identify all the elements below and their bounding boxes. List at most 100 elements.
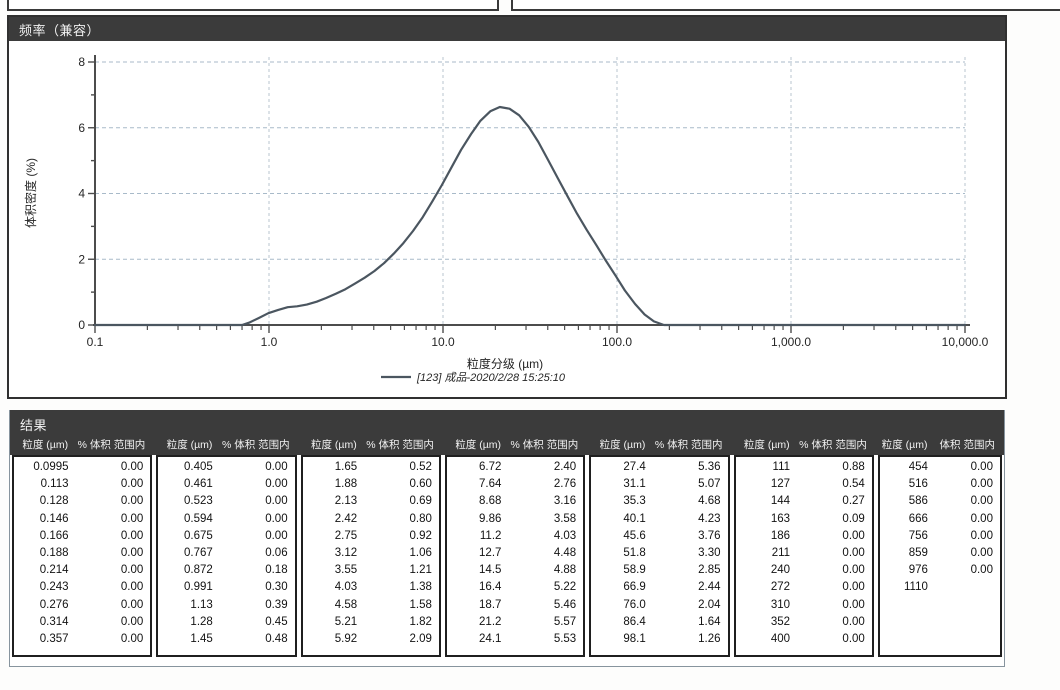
particle-size-value: 0.991 xyxy=(158,579,213,596)
volume-percent-value: 0.00 xyxy=(69,545,151,562)
result-row: 0.8720.18 xyxy=(158,562,294,579)
results-group-box: 0.4050.000.4610.000.5230.000.5940.000.67… xyxy=(156,455,296,657)
particle-size-value: 0.405 xyxy=(158,459,213,476)
x-tick-label: 1.0 xyxy=(261,335,278,349)
result-row: 40.14.23 xyxy=(591,511,727,528)
particle-size-value: 2.42 xyxy=(303,511,358,528)
particle-size-value: 144 xyxy=(736,493,791,510)
particle-size-value: 586 xyxy=(880,493,928,510)
volume-percent-value: 0.18 xyxy=(213,562,295,579)
result-row: 18.75.46 xyxy=(447,597,583,614)
volume-percent-value: 0.00 xyxy=(790,631,872,648)
result-row: 0.1880.00 xyxy=(14,545,150,562)
result-row: 9.863.58 xyxy=(447,511,583,528)
result-row: 0.6750.00 xyxy=(158,528,294,545)
size-column-header: 粒度 (µm) xyxy=(156,437,212,452)
volume-percent-value: 3.16 xyxy=(501,493,583,510)
particle-size-value: 18.7 xyxy=(447,597,502,614)
volume-percent-value: 2.04 xyxy=(646,597,728,614)
result-row: 0.7670.06 xyxy=(158,545,294,562)
volume-percent-value: 2.09 xyxy=(357,631,439,648)
result-row: 6660.00 xyxy=(880,511,1000,528)
results-group-box: 1110.881270.541440.271630.091860.002110.… xyxy=(734,455,874,657)
particle-size-value: 1.45 xyxy=(158,631,213,648)
volume-percent-value: 1.21 xyxy=(357,562,439,579)
size-column-header: 粒度 (µm) xyxy=(589,437,645,452)
volume-percent-value: 5.57 xyxy=(501,614,583,631)
particle-size-value: 0.0995 xyxy=(14,459,69,476)
particle-size-value: 5.92 xyxy=(303,631,358,648)
volume-percent-value: 0.00 xyxy=(213,528,295,545)
x-tick-label: 10.0 xyxy=(431,335,455,349)
volume-percent-value: 0.00 xyxy=(928,511,1000,528)
result-row: 1.130.39 xyxy=(158,597,294,614)
volume-percent-value: 0.27 xyxy=(790,493,872,510)
volume-percent-value: 0.00 xyxy=(790,579,872,596)
volume-percent-value: 0.00 xyxy=(790,528,872,545)
result-row: 0.3140.00 xyxy=(14,614,150,631)
result-row: 0.2760.00 xyxy=(14,597,150,614)
volume-percent-value: 0.00 xyxy=(69,459,151,476)
volume-percent-value: 0.06 xyxy=(213,545,295,562)
volume-percent-value: 0.00 xyxy=(69,562,151,579)
result-row: 21.25.57 xyxy=(447,614,583,631)
particle-size-value: 0.214 xyxy=(14,562,69,579)
result-row: 12.74.48 xyxy=(447,545,583,562)
particle-size-value: 0.357 xyxy=(14,631,69,648)
results-column-header: 粒度 (µm)% 体积 范围内 xyxy=(589,437,729,452)
x-gridlines xyxy=(269,57,965,325)
volume-percent-value: 0.00 xyxy=(213,476,295,493)
curve-group xyxy=(95,107,965,325)
results-group-box: 6.722.407.642.768.683.169.863.5811.24.03… xyxy=(445,455,585,657)
volume-percent-value: 0.00 xyxy=(213,493,295,510)
particle-size-value: 98.1 xyxy=(591,631,646,648)
x-axis-label: 粒度分级 (µm) xyxy=(467,356,543,371)
result-row: 14.54.88 xyxy=(447,562,583,579)
particle-size-value: 9.86 xyxy=(447,511,502,528)
volume-percent-value: 0.00 xyxy=(790,614,872,631)
result-row: 0.5230.00 xyxy=(158,493,294,510)
result-row: 0.5940.00 xyxy=(158,511,294,528)
y-gridlines xyxy=(95,62,965,259)
results-column-header: 粒度 (µm)% 体积 范围内 xyxy=(734,437,874,452)
volume-percent-value xyxy=(928,579,1000,596)
volume-percent-value: 0.00 xyxy=(213,459,295,476)
volume-percent-value: 4.88 xyxy=(501,562,583,579)
volume-percent-value: 0.39 xyxy=(213,597,295,614)
result-row: 35.34.68 xyxy=(591,493,727,510)
particle-size-value: 5.21 xyxy=(303,614,358,631)
volume-percent-value: 0.00 xyxy=(69,493,151,510)
frequency-curve xyxy=(95,107,965,325)
volume-percent-value: 3.58 xyxy=(501,511,583,528)
result-row: 45.63.76 xyxy=(591,528,727,545)
chart-panel-title: 频率（兼容） xyxy=(19,20,100,39)
particle-size-value: 40.1 xyxy=(591,511,646,528)
result-row: 0.1660.00 xyxy=(14,528,150,545)
result-row: 98.11.26 xyxy=(591,631,727,648)
results-column-header: 粒度 (µm)% 体积 范围内 xyxy=(12,437,152,452)
result-row: 8.683.16 xyxy=(447,493,583,510)
result-row: 2720.00 xyxy=(736,579,872,596)
particle-size-value: 0.128 xyxy=(14,493,69,510)
volume-percent-value: 2.40 xyxy=(501,459,583,476)
result-row: 86.41.64 xyxy=(591,614,727,631)
result-row: 3.551.21 xyxy=(303,562,439,579)
particle-size-value: 16.4 xyxy=(447,579,502,596)
particle-size-value: 12.7 xyxy=(447,545,502,562)
volume-percent-value: 5.36 xyxy=(646,459,728,476)
result-row: 0.2140.00 xyxy=(14,562,150,579)
size-column-header: 粒度 (µm) xyxy=(12,437,68,452)
results-title: 结果 xyxy=(10,410,1004,437)
particle-size-value: 24.1 xyxy=(447,631,502,648)
particle-size-value: 51.8 xyxy=(591,545,646,562)
result-row: 1.450.48 xyxy=(158,631,294,648)
result-row: 3520.00 xyxy=(736,614,872,631)
particle-size-value: 0.188 xyxy=(14,545,69,562)
results-group-box: 0.09950.000.1130.000.1280.000.1460.000.1… xyxy=(12,455,152,657)
volume-percent-value: 0.00 xyxy=(790,597,872,614)
volume-column-header: % 体积 范围内 xyxy=(357,437,441,452)
result-row: 0.1460.00 xyxy=(14,511,150,528)
result-row: 4000.00 xyxy=(736,631,872,648)
results-panel: 结果 粒度 (µm)% 体积 范围内粒度 (µm)% 体积 范围内粒度 (µm)… xyxy=(9,410,1005,667)
volume-percent-value: 0.00 xyxy=(928,476,1000,493)
